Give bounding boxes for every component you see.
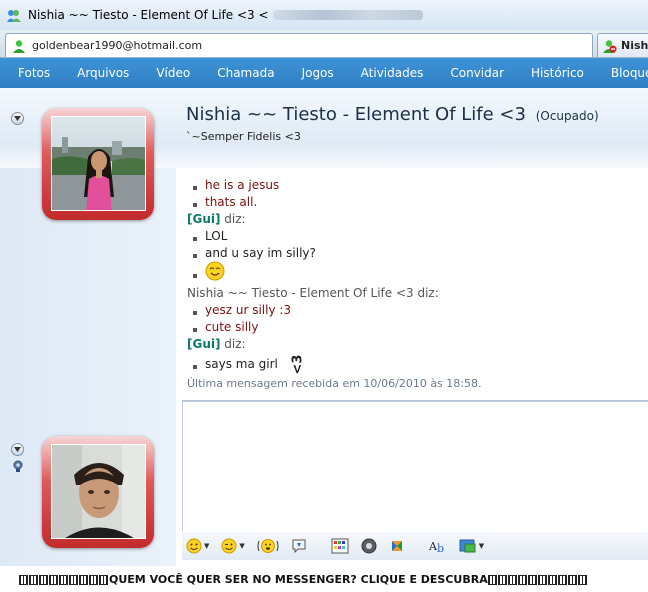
menu-atividades[interactable]: Atividades (361, 66, 424, 80)
conversation-tab-bar: goldenbear1990@hotmail.com Nishi (0, 30, 648, 58)
chevron-down-icon: ▼ (239, 542, 245, 550)
speaker-suffix: diz: (220, 337, 246, 351)
font-icon: A b (429, 540, 444, 554)
chevron-down-icon (14, 447, 21, 452)
contact-online-icon (13, 39, 25, 53)
voice-clip-icon (292, 539, 306, 554)
chat-message: cute silly (205, 320, 259, 334)
background-icon (331, 538, 349, 554)
bullet (193, 186, 197, 190)
message-input[interactable] (182, 401, 648, 531)
chevron-down-icon (14, 116, 21, 121)
contact-name: Nishia ~~ Tiesto - Element Of Life <3 (O… (186, 104, 599, 125)
svg-text:b: b (437, 542, 444, 554)
wink-game-icon (459, 539, 476, 553)
ad-text: QUEM VOCÊ QUER SER NO MESSENGER? CLIQUE … (109, 572, 488, 586)
chat-speaker: [Gui] diz: (187, 212, 246, 226)
user-photo (51, 444, 146, 539)
emoticon-button[interactable]: ▼ (186, 538, 209, 554)
user-avatar[interactable] (42, 436, 154, 548)
ad-glyphs-right (487, 573, 588, 586)
chevron-down-icon: ▼ (204, 542, 210, 550)
bullet (193, 203, 197, 207)
chat-message: yesz ur silly :3 (205, 303, 292, 317)
tab-other-conversation[interactable]: Nishi (597, 33, 648, 57)
webcam-icon[interactable] (13, 460, 23, 473)
collapse-contact-button[interactable] (11, 112, 24, 125)
ink-button[interactable] (361, 538, 377, 554)
menu-bloquear[interactable]: Bloquear (611, 66, 648, 80)
nudge-icon (257, 539, 279, 553)
chat-history: he is a jesus thats all. [Gui] diz: LOL … (182, 172, 648, 398)
menu-jogos[interactable]: Jogos (302, 66, 334, 80)
gift-icon (391, 541, 402, 551)
speaker-suffix: diz: (413, 286, 439, 300)
contact-busy-icon (603, 39, 617, 53)
bullet (193, 274, 197, 278)
wink-button[interactable]: ▼ (221, 538, 245, 554)
emoticon-icon (186, 538, 202, 554)
menu-arquivos[interactable]: Arquivos (77, 66, 129, 80)
chat-message: says ma girl <3 (205, 354, 308, 375)
contact-personal-message: `~Semper Fidelis <3 (186, 130, 301, 143)
menu-chamada[interactable]: Chamada (217, 66, 274, 80)
redacted-text (272, 10, 423, 20)
speaker-name: [Gui] (187, 337, 221, 351)
wink-icon (221, 538, 237, 554)
bullet (193, 237, 197, 241)
nudge-button[interactable] (257, 538, 279, 554)
tab-email-label: goldenbear1990@hotmail.com (32, 39, 203, 52)
contact-status: (Ocupado) (535, 109, 599, 123)
bullet (193, 328, 197, 332)
messenger-app-icon (7, 10, 21, 22)
chat-speaker: Nishia ~~ Tiesto - Element Of Life <3 di… (187, 286, 439, 300)
action-menu-bar: Fotos Arquivos Vídeo Chamada Jogos Ativi… (0, 58, 648, 88)
gift-button[interactable] (389, 538, 405, 554)
chat-message: and u say im silly? (205, 246, 316, 260)
chat-message: he is a jesus (205, 178, 280, 192)
bullet (193, 365, 197, 369)
smile-emoticon-icon (205, 261, 225, 281)
window-title: Nishia ~~ Tiesto - Element Of Life <3 < (28, 8, 269, 22)
contact-photo-image (52, 117, 145, 210)
speaker-name: [Gui] (187, 212, 221, 226)
heart-text-icon: <3 (290, 354, 306, 375)
speaker-suffix: diz: (220, 212, 246, 226)
chat-speaker: [Gui] diz: (187, 337, 246, 351)
contact-avatar[interactable] (42, 108, 154, 220)
collapse-user-button[interactable] (11, 443, 24, 456)
chat-message-text: says ma girl (205, 357, 278, 371)
tab-other-label: Nishi (621, 39, 648, 52)
font-button[interactable]: A b (429, 538, 447, 554)
user-photo-image (52, 445, 145, 538)
bullet (193, 311, 197, 315)
ink-icon (361, 538, 377, 554)
voice-clip-button[interactable] (291, 538, 307, 554)
wink-game-button[interactable]: ▼ (459, 538, 484, 554)
background-button[interactable] (331, 538, 349, 554)
menu-fotos[interactable]: Fotos (18, 66, 50, 80)
chat-message: thats all. (205, 195, 258, 209)
ad-banner[interactable]: QUEM VOCÊ QUER SER NO MESSENGER? CLIQUE … (0, 566, 648, 592)
ad-glyphs-left (19, 573, 109, 586)
chevron-down-icon: ▼ (478, 542, 485, 550)
menu-convidar[interactable]: Convidar (450, 66, 504, 80)
menu-historico[interactable]: Histórico (531, 66, 584, 80)
window-title-bar: Nishia ~~ Tiesto - Element Of Life <3 < (0, 0, 648, 30)
contact-display-name: Nishia ~~ Tiesto - Element Of Life <3 (186, 104, 526, 125)
speaker-name: Nishia ~~ Tiesto - Element Of Life <3 (187, 286, 414, 300)
menu-video[interactable]: Vídeo (156, 66, 190, 80)
contact-photo (51, 116, 146, 211)
bullet (193, 254, 197, 258)
compose-toolbar: ▼ ▼ A b ▼ (182, 532, 648, 560)
chat-message: LOL (205, 229, 228, 243)
tab-active-conversation[interactable]: goldenbear1990@hotmail.com (5, 33, 593, 57)
last-message-timestamp: Última mensagem recebida em 10/06/2010 à… (187, 377, 482, 390)
